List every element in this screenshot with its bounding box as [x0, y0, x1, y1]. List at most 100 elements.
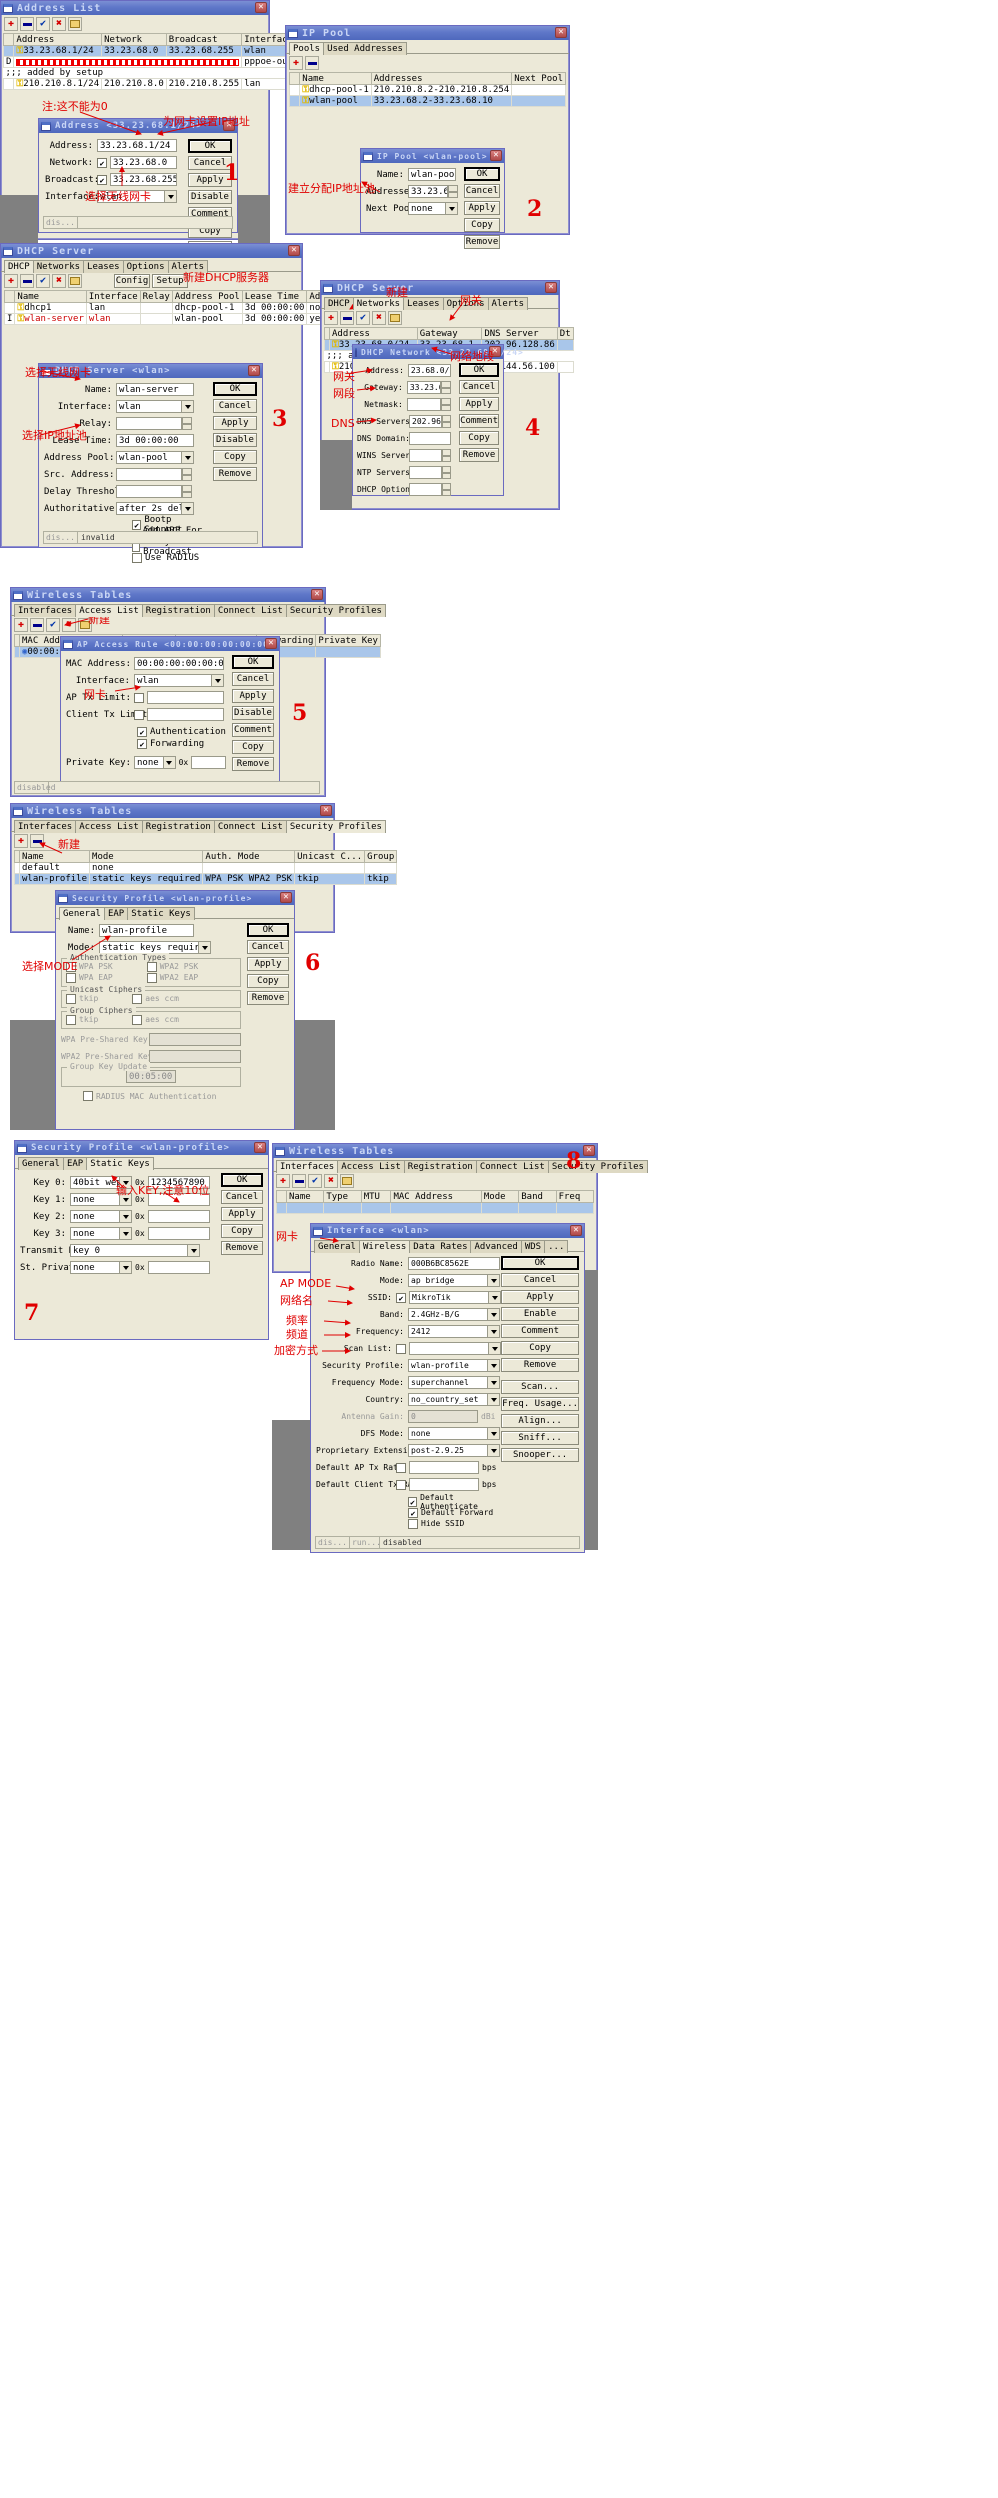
chevron-down-icon[interactable]	[487, 1274, 500, 1287]
ntp-servers-stepper[interactable]	[442, 466, 451, 479]
dialog-titlebar[interactable]: Security Profile <wlan-profile> ✕	[15, 1141, 268, 1155]
remove-button[interactable]	[30, 618, 44, 632]
col-flag[interactable]	[276, 1190, 287, 1203]
remove-button[interactable]	[292, 1174, 306, 1188]
disable-button[interactable]: ✖	[52, 17, 66, 31]
apply-button[interactable]: Apply	[501, 1290, 579, 1304]
chevron-down-icon[interactable]	[181, 502, 194, 515]
mode-input[interactable]: ap bridge	[408, 1274, 487, 1287]
checkbox[interactable]	[408, 1507, 418, 1518]
dialog-titlebar[interactable]: IP Pool <wlan-pool> ✕	[361, 149, 504, 163]
comment-button[interactable]	[340, 1174, 354, 1188]
tab-dhcp[interactable]: DHCP	[4, 260, 34, 273]
apply-button[interactable]: Apply	[221, 1207, 263, 1221]
dialog-interface-wlan[interactable]: Interface <wlan> ✕ General Wireless Data…	[310, 1223, 585, 1553]
tab-more[interactable]: ...	[544, 1240, 569, 1253]
check-group-aes[interactable]: aes ccm	[132, 1014, 179, 1025]
ok-button[interactable]: OK	[232, 655, 274, 669]
disable-button[interactable]: Disable	[188, 190, 232, 204]
table-row[interactable]: I ⚿wlan-server wlan wlan-pool 3d 00:00:0…	[3, 313, 351, 325]
tab-access-list[interactable]: Access List	[337, 1160, 405, 1173]
field-st-private-key[interactable]: St. Private Key: none 0x	[20, 1260, 210, 1275]
check-default-forward[interactable]: Default Forward	[408, 1507, 506, 1518]
disable-button[interactable]: ✖	[62, 618, 76, 632]
col-private-key[interactable]: Private Key	[315, 634, 381, 647]
add-button[interactable]: ✚	[4, 274, 18, 288]
dialog-address[interactable]: Address <33.23.68.1/24> ✕ Address: 33.23…	[38, 118, 238, 255]
close-icon[interactable]: ✕	[254, 1142, 266, 1153]
dns-servers-stepper[interactable]	[442, 415, 451, 428]
close-icon[interactable]: ✕	[545, 282, 557, 293]
wins-servers-input[interactable]	[409, 449, 442, 462]
table-row[interactable]	[276, 1202, 595, 1214]
add-button[interactable]: ✚	[4, 17, 18, 31]
comment-button[interactable]: Comment	[501, 1324, 579, 1338]
chevron-down-icon[interactable]	[488, 1342, 501, 1355]
scan-button[interactable]: Scan...	[501, 1380, 579, 1394]
field-name[interactable]: Name: wlan-server	[44, 382, 209, 397]
titlebar-dhcp-server[interactable]: DHCP Server ✕	[1, 244, 302, 258]
field-ssid[interactable]: SSID: MikroTik	[316, 1290, 506, 1305]
table-row[interactable]: wlan-profile static keys required WPA PS…	[14, 873, 398, 885]
tab-alerts[interactable]: Alerts	[487, 297, 529, 310]
ok-button[interactable]: OK	[464, 167, 500, 181]
relay-stepper[interactable]	[182, 417, 192, 430]
cancel-button[interactable]: Cancel	[459, 380, 499, 394]
col-band[interactable]: Band	[518, 1190, 557, 1203]
col-name[interactable]: Name	[285, 1190, 325, 1203]
col-unicast-ciphers[interactable]: Unicast C...	[294, 850, 366, 863]
apply-button[interactable]: Apply	[232, 689, 274, 703]
checkbox[interactable]	[83, 1091, 93, 1101]
default-ap-tx-rate-input[interactable]	[409, 1461, 479, 1474]
tab-general[interactable]: General	[18, 1157, 64, 1170]
field-name[interactable]: Name: wlan-profile	[61, 923, 241, 938]
snooper-button[interactable]: Snooper...	[501, 1448, 579, 1462]
col-addresses[interactable]: Addresses	[370, 72, 513, 85]
chevron-down-icon[interactable]	[198, 941, 211, 954]
frequency-mode-input[interactable]: superchannel	[408, 1376, 487, 1389]
copy-button[interactable]: Copy	[213, 450, 257, 464]
chevron-down-icon[interactable]	[487, 1444, 500, 1457]
close-icon[interactable]: ✕	[583, 1145, 595, 1156]
remove-button[interactable]	[305, 56, 319, 70]
add-button[interactable]: ✚	[14, 834, 28, 848]
cancel-button[interactable]: Cancel	[247, 940, 289, 954]
field-client-tx-limit[interactable]: Client Tx Limit:	[66, 707, 226, 722]
checkbox[interactable]	[146, 972, 157, 983]
remove-button[interactable]: Remove	[221, 1241, 263, 1255]
remove-button[interactable]	[30, 834, 44, 848]
dialog-security-profile-general[interactable]: Security Profile <wlan-profile> ✕ Genera…	[55, 890, 295, 1130]
disable-button[interactable]: ✖	[372, 311, 386, 325]
remove-button[interactable]: Remove	[247, 991, 289, 1005]
col-mtu[interactable]: MTU	[360, 1190, 392, 1203]
tabstrip[interactable]: DHCP Networks Leases Options Alerts	[321, 295, 559, 310]
tab-interfaces[interactable]: Interfaces	[14, 604, 77, 617]
chevron-down-icon[interactable]	[487, 1393, 500, 1406]
tabstrip[interactable]: Interfaces Access List Registration Conn…	[11, 602, 386, 617]
field-src-address[interactable]: Src. Address:	[44, 467, 209, 482]
checkbox[interactable]	[66, 972, 76, 983]
add-button[interactable]: ✚	[276, 1174, 290, 1188]
check-hide-ssid[interactable]: Hide SSID	[408, 1518, 506, 1529]
field-dns-domain[interactable]: DNS Domain:	[357, 431, 451, 446]
titlebar-wireless-tables[interactable]: Wireless Tables ✕	[273, 1144, 597, 1158]
dhcp-options-stepper[interactable]	[442, 483, 451, 496]
client-tx-limit-checkbox[interactable]	[134, 709, 144, 720]
scan-list-checkbox[interactable]	[396, 1343, 406, 1354]
check-forwarding[interactable]: Forwarding	[137, 738, 226, 750]
field-ntp-servers[interactable]: NTP Servers:	[357, 465, 451, 480]
address-pool-input[interactable]: wlan-pool	[116, 451, 181, 464]
field-dhcp-options[interactable]: DHCP Options:	[357, 482, 451, 497]
field-gateway[interactable]: Gateway: 33.23.68	[357, 380, 451, 395]
address-input[interactable]: 33.23.68.1/24	[97, 139, 177, 152]
ap-tx-limit-input[interactable]	[147, 691, 224, 704]
addresses-input[interactable]: 33.23.68.2	[408, 185, 448, 198]
gateway-stepper[interactable]	[441, 381, 451, 394]
tab-leases[interactable]: Leases	[83, 260, 124, 273]
close-icon[interactable]: ✕	[248, 365, 260, 376]
tab-registration[interactable]: Registration	[141, 604, 215, 617]
titlebar-wireless-tables[interactable]: Wireless Tables ✕	[11, 588, 325, 602]
tab-connect-list[interactable]: Connect List	[213, 820, 287, 833]
chevron-down-icon[interactable]	[445, 202, 458, 215]
toolbar[interactable]: ✚ ✔ ✖	[321, 309, 559, 327]
